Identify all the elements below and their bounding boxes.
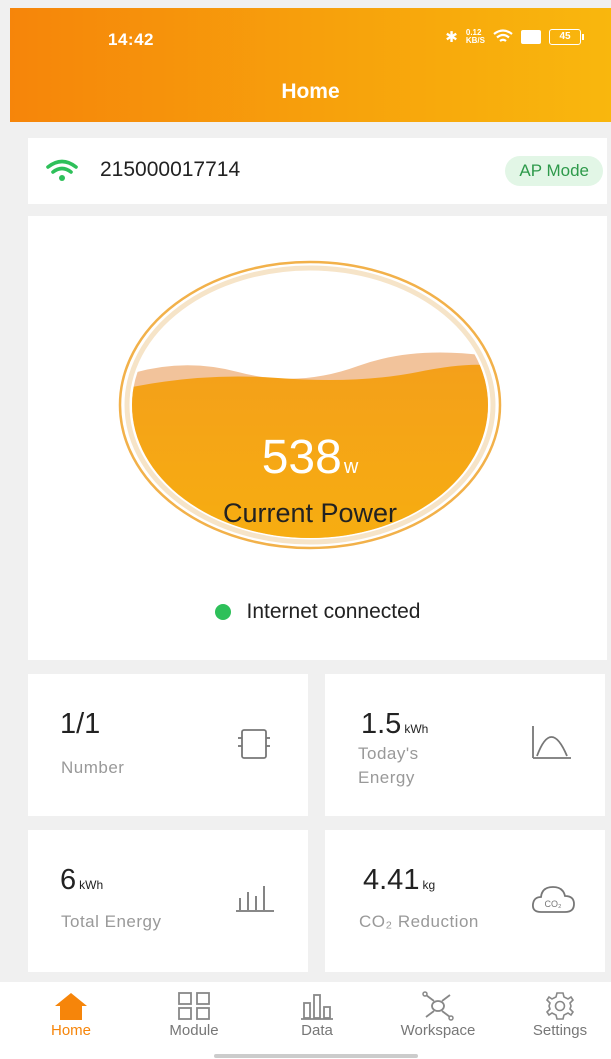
status-icons: ✱ 0.12 KB/S 45 — [445, 28, 584, 46]
tab-module-label: Module — [169, 1022, 219, 1039]
stat-co2-reduction[interactable]: 4.41 kg CO₂ Reduction CO₂ — [325, 830, 605, 972]
inverter-icon — [238, 729, 270, 759]
grid-icon — [178, 992, 210, 1020]
tab-home[interactable]: Home — [16, 990, 126, 1039]
tab-settings-label: Settings — [532, 1022, 588, 1039]
app-header: 14:42 ✱ 0.12 KB/S 45 Home — [10, 8, 611, 122]
current-power-value: 538 w — [261, 431, 359, 484]
ap-mode-badge[interactable]: AP Mode — [505, 156, 603, 186]
data-bars-icon — [301, 994, 333, 1020]
connection-dot-icon — [214, 604, 231, 620]
stat-number-label: Number — [61, 758, 125, 777]
tab-workspace-label: Workspace — [400, 1022, 476, 1039]
stat-total-energy-label: Total Energy — [61, 912, 162, 931]
svg-text:CO₂: CO₂ — [545, 899, 563, 909]
co2-cloud-icon: CO₂ — [532, 886, 575, 913]
tab-data-label: Data — [301, 1022, 333, 1039]
battery-icon: 45 — [549, 29, 584, 45]
connection-status: Internet connected — [28, 600, 607, 624]
power-card: 538 w Current Power Internet connected — [28, 216, 607, 660]
stat-co2-label: CO₂ Reduction — [359, 912, 479, 931]
wifi-icon — [46, 159, 78, 181]
net-speed: 0.12 KB/S — [465, 28, 485, 45]
tab-module[interactable]: Module — [139, 990, 249, 1039]
tab-workspace[interactable]: Workspace — [383, 990, 493, 1039]
device-bar[interactable]: 215000017714 AP Mode — [28, 138, 607, 204]
tab-home-label: Home — [50, 1022, 91, 1039]
curve-icon — [532, 726, 571, 759]
tab-settings[interactable]: Settings — [505, 990, 611, 1039]
stat-number-value: 1/1 — [60, 708, 101, 740]
stat-number[interactable]: 1/1 Number — [28, 674, 308, 816]
status-time: 14:42 — [108, 30, 154, 49]
wifi-status-icon — [493, 29, 513, 42]
gear-icon — [545, 992, 575, 1020]
bar-chart-icon — [236, 886, 274, 912]
sim-icon — [521, 30, 541, 44]
stat-total-energy[interactable]: 6 kWh Total Energy — [28, 830, 308, 972]
bluetooth-icon: ✱ — [445, 29, 458, 46]
stat-total-energy-value: 6 kWh — [60, 864, 104, 896]
tab-data[interactable]: Data — [262, 990, 372, 1039]
power-gauge: 538 w Current Power — [118, 260, 502, 550]
stat-co2-value: 4.41 kg — [363, 864, 436, 896]
stat-today-energy-label: Today's Energy — [358, 744, 419, 787]
device-serial: 215000017714 — [100, 158, 241, 181]
stat-today-energy[interactable]: 1.5 kWh Today's Energy — [325, 674, 605, 816]
connection-text: Internet connected — [246, 600, 421, 623]
current-power-label: Current Power — [222, 498, 398, 528]
home-icon — [55, 993, 87, 1020]
workspace-icon — [422, 991, 454, 1021]
bottom-tab-bar: Home Module Data Workspace Settings — [0, 982, 611, 1059]
stat-today-energy-value: 1.5 kWh — [361, 708, 429, 740]
home-indicator[interactable] — [214, 1054, 418, 1058]
page-title: Home — [281, 80, 340, 103]
